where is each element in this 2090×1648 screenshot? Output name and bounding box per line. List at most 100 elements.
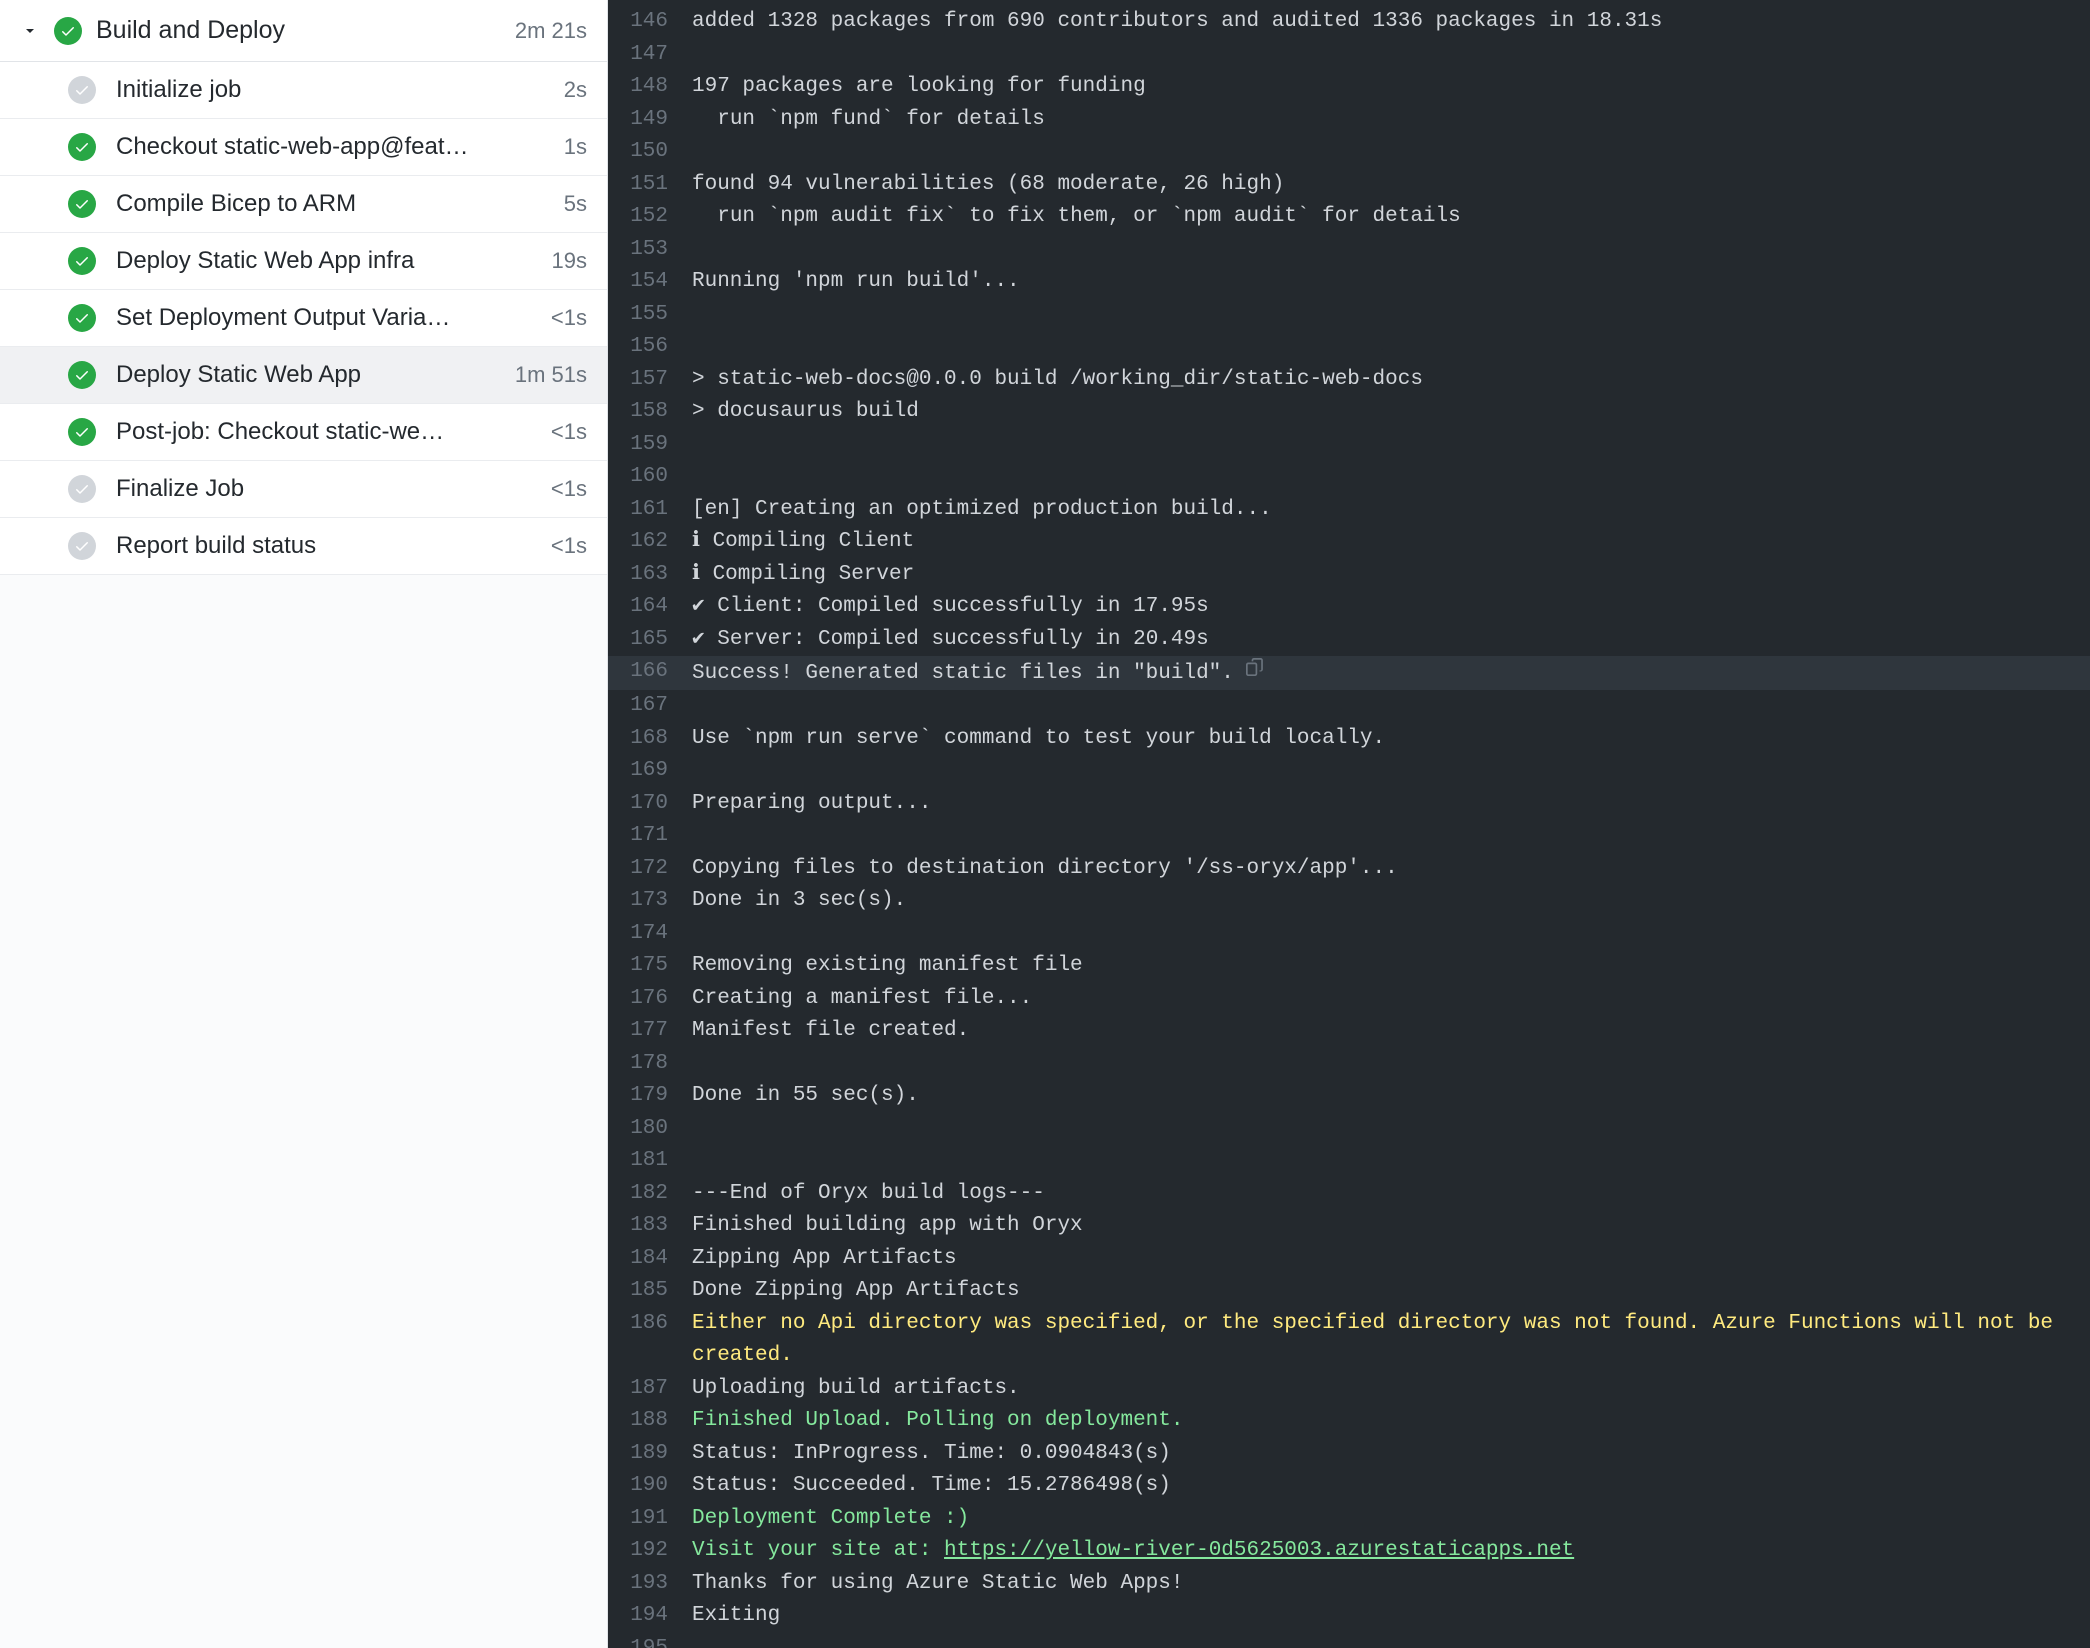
log-line: 149 run `npm fund` for details [608, 104, 2090, 137]
line-number[interactable]: 183 [622, 1210, 692, 1243]
status-neutral-icon [68, 532, 96, 560]
line-number[interactable]: 194 [622, 1600, 692, 1633]
copy-icon[interactable] [1246, 656, 1264, 689]
line-number[interactable]: 167 [622, 690, 692, 723]
line-number[interactable]: 160 [622, 461, 692, 494]
log-text [692, 1633, 2076, 1648]
log-line: 153 [608, 234, 2090, 267]
line-number[interactable]: 150 [622, 136, 692, 169]
job-header[interactable]: Build and Deploy 2m 21s [0, 0, 607, 62]
line-number[interactable]: 172 [622, 853, 692, 886]
line-number[interactable]: 152 [622, 201, 692, 234]
line-number[interactable]: 186 [622, 1308, 692, 1373]
step-label: Deploy Static Web App [116, 361, 495, 389]
line-number[interactable]: 188 [622, 1405, 692, 1438]
log-text: Done in 3 sec(s). [692, 885, 2076, 918]
line-number[interactable]: 162 [622, 526, 692, 559]
job-duration: 2m 21s [515, 18, 587, 44]
line-number[interactable]: 181 [622, 1145, 692, 1178]
log-text [692, 39, 2076, 72]
step-row[interactable]: Initialize job2s [0, 62, 607, 119]
line-number[interactable]: 173 [622, 885, 692, 918]
log-text [692, 331, 2076, 364]
step-time: 5s [564, 191, 587, 217]
log-line: 163ℹ Compiling Server [608, 559, 2090, 592]
line-number[interactable]: 195 [622, 1633, 692, 1648]
log-output[interactable]: 146added 1328 packages from 690 contribu… [608, 0, 2090, 1648]
log-text: Finished building app with Oryx [692, 1210, 2076, 1243]
step-row[interactable]: Deploy Static Web App infra19s [0, 233, 607, 290]
log-line: 179Done in 55 sec(s). [608, 1080, 2090, 1113]
log-line: 157> static-web-docs@0.0.0 build /workin… [608, 364, 2090, 397]
line-number[interactable]: 182 [622, 1178, 692, 1211]
line-number[interactable]: 179 [622, 1080, 692, 1113]
log-text: ℹ Compiling Client [692, 526, 2076, 559]
line-number[interactable]: 178 [622, 1048, 692, 1081]
line-number[interactable]: 166 [622, 656, 692, 690]
step-time: 1m 51s [515, 362, 587, 388]
line-number[interactable]: 161 [622, 494, 692, 527]
line-number[interactable]: 148 [622, 71, 692, 104]
line-number[interactable]: 174 [622, 918, 692, 951]
log-line: 177Manifest file created. [608, 1015, 2090, 1048]
line-number[interactable]: 169 [622, 755, 692, 788]
line-number[interactable]: 154 [622, 266, 692, 299]
log-line: 178 [608, 1048, 2090, 1081]
log-text [692, 299, 2076, 332]
step-row[interactable]: Set Deployment Output Varia…<1s [0, 290, 607, 347]
line-number[interactable]: 170 [622, 788, 692, 821]
line-number[interactable]: 176 [622, 983, 692, 1016]
log-line: 195 [608, 1633, 2090, 1648]
deployment-url-link[interactable]: https://yellow-river-0d5625003.azurestat… [944, 1539, 1574, 1562]
line-number[interactable]: 193 [622, 1568, 692, 1601]
log-text: ✔ Client: Compiled successfully in 17.95… [692, 591, 2076, 624]
line-number[interactable]: 180 [622, 1113, 692, 1146]
log-text: ✔ Server: Compiled successfully in 20.49… [692, 624, 2076, 657]
log-text: Preparing output... [692, 788, 2076, 821]
line-number[interactable]: 191 [622, 1503, 692, 1536]
step-row[interactable]: Checkout static-web-app@feat…1s [0, 119, 607, 176]
line-number[interactable]: 157 [622, 364, 692, 397]
step-row[interactable]: Post-job: Checkout static-we…<1s [0, 404, 607, 461]
line-number[interactable]: 151 [622, 169, 692, 202]
line-number[interactable]: 168 [622, 723, 692, 756]
line-number[interactable]: 156 [622, 331, 692, 364]
line-number[interactable]: 159 [622, 429, 692, 462]
line-number[interactable]: 163 [622, 559, 692, 592]
step-row[interactable]: Deploy Static Web App 1m 51s [0, 347, 607, 404]
step-label: Post-job: Checkout static-we… [116, 418, 531, 446]
line-number[interactable]: 147 [622, 39, 692, 72]
line-number[interactable]: 155 [622, 299, 692, 332]
status-success-icon [68, 361, 96, 389]
log-line: 158> docusaurus build [608, 396, 2090, 429]
log-text: Status: InProgress. Time: 0.0904843(s) [692, 1438, 2076, 1471]
status-neutral-icon [68, 76, 96, 104]
log-line: 166Success! Generated static files in "b… [608, 656, 2090, 690]
step-row[interactable]: Finalize Job<1s [0, 461, 607, 518]
line-number[interactable]: 164 [622, 591, 692, 624]
line-number[interactable]: 171 [622, 820, 692, 853]
line-number[interactable]: 190 [622, 1470, 692, 1503]
status-success-icon [68, 190, 96, 218]
log-text: > docusaurus build [692, 396, 2076, 429]
line-number[interactable]: 165 [622, 624, 692, 657]
line-number[interactable]: 184 [622, 1243, 692, 1276]
line-number[interactable]: 153 [622, 234, 692, 267]
line-number[interactable]: 158 [622, 396, 692, 429]
log-text: added 1328 packages from 690 contributor… [692, 6, 2076, 39]
line-number[interactable]: 189 [622, 1438, 692, 1471]
log-line: 172Copying files to destination director… [608, 853, 2090, 886]
step-row[interactable]: Report build status<1s [0, 518, 607, 575]
chevron-down-icon[interactable] [20, 21, 40, 41]
line-number[interactable]: 175 [622, 950, 692, 983]
log-text: Copying files to destination directory '… [692, 853, 2076, 886]
line-number[interactable]: 177 [622, 1015, 692, 1048]
line-number[interactable]: 149 [622, 104, 692, 137]
line-number[interactable]: 146 [622, 6, 692, 39]
line-number[interactable]: 185 [622, 1275, 692, 1308]
line-number[interactable]: 187 [622, 1373, 692, 1406]
log-line: 156 [608, 331, 2090, 364]
log-line: 165✔ Server: Compiled successfully in 20… [608, 624, 2090, 657]
step-row[interactable]: Compile Bicep to ARM5s [0, 176, 607, 233]
line-number[interactable]: 192 [622, 1535, 692, 1568]
